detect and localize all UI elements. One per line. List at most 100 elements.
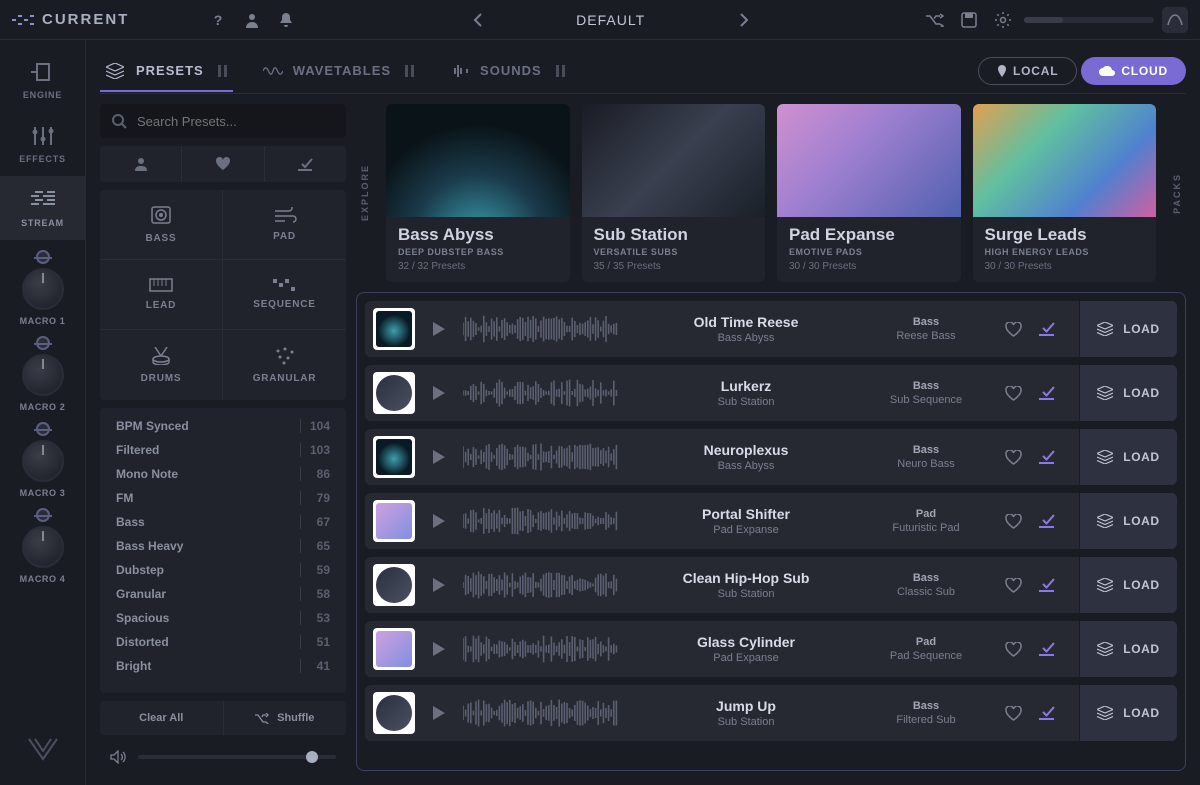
macro-4[interactable]: MACRO 4 (0, 508, 85, 584)
tag-row[interactable]: Spacious53 (100, 606, 346, 630)
load-button[interactable]: LOAD (1079, 493, 1177, 549)
play-button[interactable] (425, 379, 453, 407)
filter-favorite-button[interactable] (182, 146, 264, 182)
macro-1[interactable]: MACRO 1 (0, 250, 85, 326)
play-button[interactable] (425, 315, 453, 343)
play-button[interactable] (425, 635, 453, 663)
help-icon[interactable]: ? (205, 7, 231, 33)
clear-all-button[interactable]: Clear All (100, 701, 224, 735)
preset-pack: Pad Expanse (631, 524, 861, 536)
rail-engine[interactable]: ENGINE (0, 48, 85, 112)
tag-row[interactable]: Distorted51 (100, 630, 346, 654)
preset-name: Portal Shifter (631, 506, 861, 522)
pack-card[interactable]: Sub StationVERSATILE SUBS35 / 35 Presets (582, 104, 766, 282)
shuffle-icon[interactable] (922, 7, 948, 33)
category-lead[interactable]: LEAD (100, 260, 223, 330)
category-sequence[interactable]: SEQUENCE (223, 260, 346, 330)
rail-effects[interactable]: EFFECTS (0, 112, 85, 176)
load-button[interactable]: LOAD (1079, 301, 1177, 357)
prev-preset-button[interactable] (465, 7, 491, 33)
filter-user-button[interactable] (100, 146, 182, 182)
tab-presets[interactable]: PRESETS (100, 51, 233, 91)
preset-info: Glass CylinderPad Expanse (631, 634, 861, 664)
tag-row[interactable]: Dubstep59 (100, 558, 346, 582)
save-icon[interactable] (956, 7, 982, 33)
load-button[interactable]: LOAD (1079, 365, 1177, 421)
preset-row[interactable]: LurkerzSub Station BassSub Sequence LOAD (365, 365, 1177, 421)
local-button[interactable]: LOCAL (978, 57, 1077, 85)
master-volume-slider[interactable] (1024, 17, 1154, 23)
load-button[interactable]: LOAD (1079, 685, 1177, 741)
category-drums[interactable]: DRUMS (100, 330, 223, 400)
next-preset-button[interactable] (731, 7, 757, 33)
preset-row[interactable]: Portal ShifterPad Expanse PadFuturistic … (365, 493, 1177, 549)
load-button[interactable]: LOAD (1079, 557, 1177, 613)
load-button[interactable]: LOAD (1079, 621, 1177, 677)
filter-downloaded-button[interactable] (265, 146, 346, 182)
preset-row[interactable]: Old Time ReeseBass Abyss BassReese Bass … (365, 301, 1177, 357)
explore-label: EXPLORE (356, 104, 374, 282)
user-icon[interactable] (239, 7, 265, 33)
pack-card[interactable]: Bass AbyssDEEP DUBSTEP BASS32 / 32 Prese… (386, 104, 570, 282)
download-button[interactable] (1038, 514, 1055, 528)
play-button[interactable] (425, 699, 453, 727)
tag-row[interactable]: FM79 (100, 486, 346, 510)
bell-icon[interactable] (273, 7, 299, 33)
knob-icon[interactable] (22, 526, 64, 568)
favorite-button[interactable] (1005, 322, 1022, 337)
play-button[interactable] (425, 443, 453, 471)
favorite-button[interactable] (1005, 578, 1022, 593)
favorite-button[interactable] (1005, 642, 1022, 657)
preset-tags: BassReese Bass (871, 316, 981, 342)
download-button[interactable] (1038, 386, 1055, 400)
knob-icon[interactable] (22, 268, 64, 310)
shuffle-button[interactable]: Shuffle (224, 701, 347, 735)
preset-row[interactable]: NeuroplexusBass Abyss BassNeuro Bass LOA… (365, 429, 1177, 485)
play-button[interactable] (425, 507, 453, 535)
download-button[interactable] (1038, 578, 1055, 592)
favorite-button[interactable] (1005, 514, 1022, 529)
cloud-button[interactable]: CLOUD (1081, 57, 1186, 85)
download-button[interactable] (1038, 450, 1055, 464)
preset-row[interactable]: Glass CylinderPad Expanse PadPad Sequenc… (365, 621, 1177, 677)
search-input[interactable] (100, 104, 346, 138)
tag-row[interactable]: BPM Synced104 (100, 414, 346, 438)
category-bass[interactable]: BASS (100, 190, 223, 260)
tag-row[interactable]: Bass Heavy65 (100, 534, 346, 558)
macro-3[interactable]: MACRO 3 (0, 422, 85, 498)
knob-icon[interactable] (22, 440, 64, 482)
preset-tags: BassFiltered Sub (871, 700, 981, 726)
category-grid: BASS PAD LEAD SEQUENCE DRUMS GRANULAR (100, 190, 346, 400)
preset-row[interactable]: Jump UpSub Station BassFiltered Sub LOAD (365, 685, 1177, 741)
waveform (463, 634, 621, 664)
download-button[interactable] (1038, 322, 1055, 336)
play-button[interactable] (425, 571, 453, 599)
pack-card[interactable]: Pad ExpanseEMOTIVE PADS30 / 30 Presets (777, 104, 961, 282)
download-button[interactable] (1038, 642, 1055, 656)
macro-2[interactable]: MACRO 2 (0, 336, 85, 412)
preview-volume[interactable] (100, 743, 346, 771)
rail-stream[interactable]: STREAM (0, 176, 85, 240)
tag-row[interactable]: Filtered103 (100, 438, 346, 462)
tab-sounds[interactable]: SOUNDS (444, 51, 571, 91)
favorite-button[interactable] (1005, 450, 1022, 465)
tag-row[interactable]: Granular58 (100, 582, 346, 606)
favorite-button[interactable] (1005, 386, 1022, 401)
settings-icon[interactable] (990, 7, 1016, 33)
preset-row[interactable]: Clean Hip-Hop SubSub Station BassClassic… (365, 557, 1177, 613)
knob-icon[interactable] (22, 354, 64, 396)
category-granular[interactable]: GRANULAR (223, 330, 346, 400)
tab-wavetables[interactable]: WAVETABLES (257, 51, 420, 91)
tag-row[interactable]: Mono Note86 (100, 462, 346, 486)
download-button[interactable] (1038, 706, 1055, 720)
category-pad[interactable]: PAD (223, 190, 346, 260)
macro-link-icon (36, 508, 50, 522)
pack-card[interactable]: Surge LeadsHIGH ENERGY LEADS30 / 30 Pres… (973, 104, 1157, 282)
tag-row[interactable]: Bright41 (100, 654, 346, 678)
favorite-button[interactable] (1005, 706, 1022, 721)
tag-row[interactable]: Bass67 (100, 510, 346, 534)
limiter-icon[interactable] (1162, 7, 1188, 33)
load-button[interactable]: LOAD (1079, 429, 1177, 485)
search-field[interactable] (137, 114, 334, 129)
preset-title[interactable]: DEFAULT (511, 12, 711, 28)
